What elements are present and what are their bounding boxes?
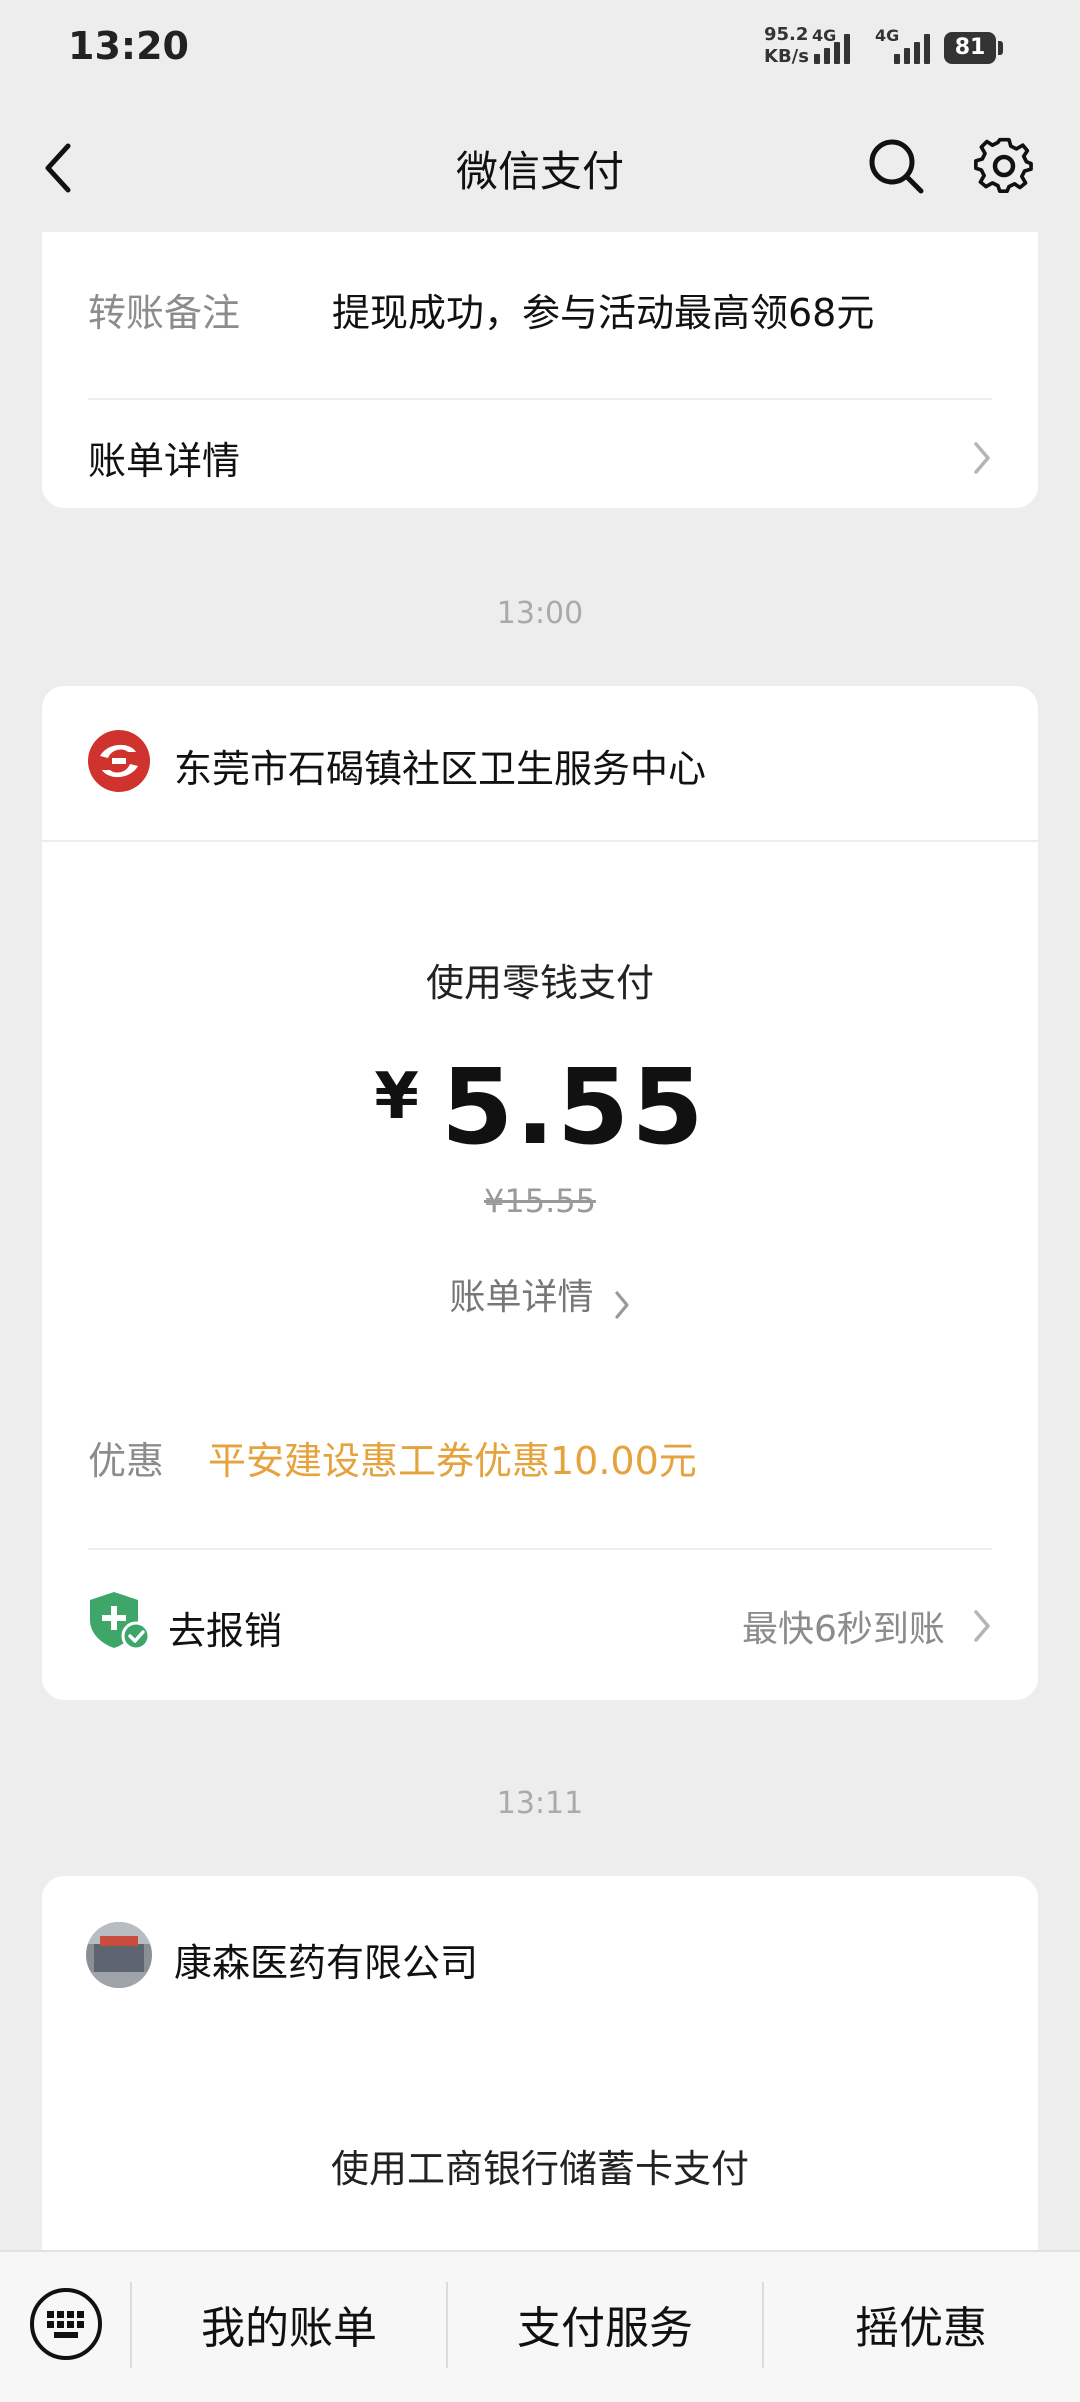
payment-amount: ¥5.55	[42, 1046, 1038, 1168]
merchant-avatar	[86, 1922, 152, 1988]
tab-shake-offers[interactable]: 摇优惠	[764, 2292, 1078, 2356]
bill-detail-row[interactable]: 账单详情	[42, 400, 1038, 508]
amount-value: 5.55	[440, 1046, 706, 1168]
original-amount: ¥15.55	[484, 1182, 596, 1220]
divider	[42, 840, 1038, 842]
settings-button[interactable]	[974, 136, 1034, 196]
network-speed-unit: KB/s	[764, 46, 809, 67]
battery-tip	[998, 41, 1003, 55]
tab-my-bills[interactable]: 我的账单	[132, 2292, 446, 2356]
chevron-right-icon	[974, 1610, 990, 1642]
bill-detail-link-label: 账单详情	[449, 1277, 594, 1318]
keyboard-toggle-button[interactable]	[28, 2286, 104, 2366]
merchant-name: 东莞市石碣镇社区卫生服务中心	[174, 747, 707, 791]
chevron-right-icon	[974, 442, 990, 474]
bill-detail-link[interactable]: 账单详情	[42, 1268, 1038, 1321]
payment-method: 使用零钱支付	[425, 961, 654, 1005]
transfer-note-value: 提现成功，参与活动最高领68元	[332, 291, 875, 335]
signal-icon-2	[894, 32, 930, 64]
gear-icon	[974, 137, 1033, 194]
merchant-logo-icon	[88, 730, 150, 792]
network-speed-value: 95.2	[764, 24, 809, 45]
reimburse-hint: 最快6秒到账	[742, 1609, 945, 1650]
bill-detail-label: 账单详情	[88, 439, 241, 483]
chevron-right-icon	[614, 1290, 629, 1319]
transfer-card: 转账备注 提现成功，参与活动最高领68元 账单详情	[42, 232, 1038, 508]
reimburse-label: 去报销	[168, 1609, 283, 1653]
search-icon	[869, 139, 924, 194]
network-speed: 95.2 KB/s	[764, 24, 809, 68]
signal-icon	[814, 32, 850, 64]
keyboard-icon	[30, 2288, 102, 2360]
battery-indicator: 81	[944, 32, 996, 64]
tab-payment-services[interactable]: 支付服务	[448, 2292, 762, 2356]
search-button[interactable]	[866, 136, 926, 196]
reimburse-row[interactable]: 去报销 最快6秒到账	[42, 1550, 1038, 1700]
payment-card[interactable]: 东莞市石碣镇社区卫生服务中心 使用零钱支付 ¥5.55 ¥15.55 账单详情 …	[42, 686, 1038, 1700]
message-timestamp: 13:00	[496, 596, 584, 631]
payment-card-2[interactable]: 康森医药有限公司 使用工商银行储蓄卡支付	[42, 1876, 1038, 2276]
currency-symbol: ¥	[374, 1060, 419, 1134]
shield-plus-icon	[90, 1592, 150, 1650]
message-timestamp: 13:11	[496, 1786, 584, 1821]
discount-label: 优惠	[88, 1439, 165, 1483]
status-time: 13:20	[68, 24, 189, 68]
discount-value: 平安建设惠工券优惠10.00元	[208, 1439, 697, 1483]
transfer-note-label: 转账备注	[88, 291, 241, 335]
merchant-name: 康森医药有限公司	[174, 1941, 479, 1985]
payment-method: 使用工商银行储蓄卡支付	[330, 2147, 749, 2191]
